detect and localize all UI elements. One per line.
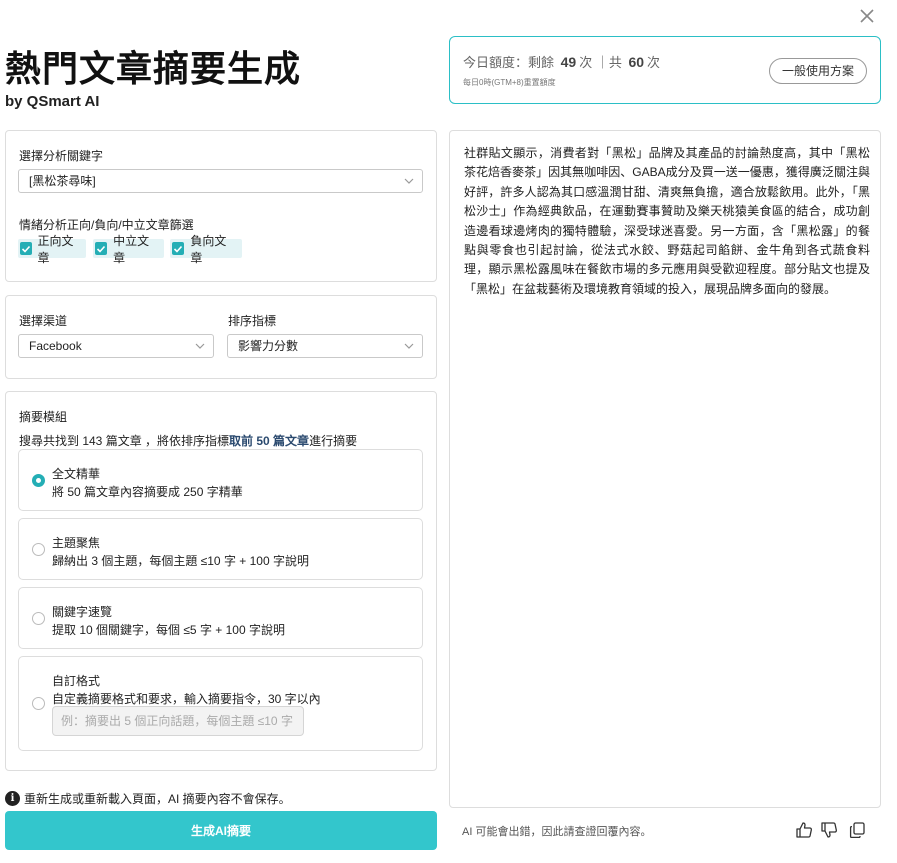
chevron-down-icon xyxy=(195,343,205,349)
chevron-down-icon xyxy=(404,178,414,184)
channel-select[interactable]: Facebook xyxy=(18,334,214,358)
option-desc: 提取 10 個關鍵字，每個 ≤5 字 + 100 字說明 xyxy=(52,623,285,637)
summary-info-suffix: 進行摘要 xyxy=(309,434,358,448)
channel-label: 選擇渠道 xyxy=(19,314,68,328)
option-desc: 自定義摘要格式和要求，輸入摘要指令，30 字以內 xyxy=(52,692,321,706)
summary-info-highlight: 取前 50 篇文章 xyxy=(229,434,310,448)
option-title: 關鍵字速覽 xyxy=(52,605,113,619)
quota-total: 60 xyxy=(628,54,645,70)
ai-disclaimer: AI 可能會出錯，因此請查證回覆內容。 xyxy=(462,826,652,838)
sentiment-label: 情緒分析正向/負向/中立文章篩選 xyxy=(19,218,194,232)
save-notice: i 重新生成或重新載入頁面，AI 摘要內容不會保存。 xyxy=(5,790,291,807)
checkbox-label: 負向文章 xyxy=(190,233,227,265)
keyword-value: [黑松茶尋味] xyxy=(29,174,96,188)
quota-line: 今日額度：剩餘 49 次 ｜共 60 次 xyxy=(463,52,660,71)
summary-output-text: 社群貼文顯示，消費者對「黑松」品牌及其產品的討論熱度高，其中「黑松茶花焙香麥茶」… xyxy=(464,146,870,296)
byline: by QSmart AI xyxy=(5,93,100,110)
generate-button[interactable]: 生成AI摘要 xyxy=(5,811,437,850)
keyword-label: 選擇分析關鍵字 xyxy=(19,149,104,163)
radio[interactable] xyxy=(32,543,45,556)
option-title: 全文精華 xyxy=(52,467,101,481)
check-icon xyxy=(172,242,185,255)
info-icon: i xyxy=(5,791,20,806)
summary-option-keywords[interactable]: 關鍵字速覽 提取 10 個關鍵字，每個 ≤5 字 + 100 字說明 xyxy=(18,587,423,649)
quota-prefix: 今日額度：剩餘 xyxy=(463,55,555,70)
radio[interactable] xyxy=(32,697,45,710)
check-icon xyxy=(95,242,108,255)
option-desc: 歸納出 3 個主題，每個主題 ≤10 字 + 100 字說明 xyxy=(52,554,309,568)
custom-prompt-input[interactable] xyxy=(52,706,304,736)
summary-option-custom[interactable]: 自訂格式 自定義摘要格式和要求，輸入摘要指令，30 字以內 xyxy=(18,656,423,751)
quota-remaining: 49 xyxy=(560,54,577,70)
chevron-down-icon xyxy=(404,343,414,349)
quota-unit: 次 ｜共 xyxy=(579,55,622,70)
notice-text: 重新生成或重新載入頁面，AI 摘要內容不會保存。 xyxy=(24,792,291,806)
summary-option-full[interactable]: 全文精華 將 50 篇文章內容摘要成 250 字精華 xyxy=(18,449,423,511)
checkbox-negative[interactable]: 負向文章 xyxy=(170,234,242,265)
checkbox-label: 中立文章 xyxy=(113,233,150,265)
summary-info-prefix: 搜尋共找到 143 篇文章 ，將依排序指標 xyxy=(19,434,230,448)
radio-selected[interactable] xyxy=(32,474,45,487)
summary-option-topics[interactable]: 主題聚焦 歸納出 3 個主題，每個主題 ≤10 字 + 100 字說明 xyxy=(18,518,423,580)
radio[interactable] xyxy=(32,612,45,625)
sort-value: 影響力分數 xyxy=(238,339,299,353)
output-panel: 社群貼文顯示，消費者對「黑松」品牌及其產品的討論熱度高，其中「黑松茶花焙香麥茶」… xyxy=(449,130,881,808)
quota-reset-note: 每日0時(GTM+8)重置額度 xyxy=(463,78,556,87)
option-desc: 將 50 篇文章內容摘要成 250 字精華 xyxy=(52,485,243,499)
thumbs-down-icon[interactable] xyxy=(820,821,838,839)
close-icon[interactable] xyxy=(857,6,877,26)
option-title: 自訂格式 xyxy=(52,674,101,688)
checkbox-neutral[interactable]: 中立文章 xyxy=(93,234,164,265)
option-title: 主題聚焦 xyxy=(52,536,101,550)
channel-value: Facebook xyxy=(29,339,82,353)
check-icon xyxy=(20,242,32,255)
thumbs-up-icon[interactable] xyxy=(795,821,813,839)
quota-unit-2: 次 xyxy=(647,55,661,70)
plan-button[interactable]: 一般使用方案 xyxy=(768,58,867,84)
copy-icon[interactable] xyxy=(848,821,866,839)
checkbox-label: 正向文章 xyxy=(37,233,74,265)
quota-box: 今日額度：剩餘 49 次 ｜共 60 次 每日0時(GTM+8)重置額度 一般使用方… xyxy=(449,36,881,104)
keyword-select[interactable]: [黑松茶尋味] xyxy=(18,169,423,193)
checkbox-positive[interactable]: 正向文章 xyxy=(18,234,86,265)
sort-select[interactable]: 影響力分數 xyxy=(227,334,423,358)
page-title: 熱門文章摘要生成 xyxy=(5,49,302,90)
summary-label: 摘要模組 xyxy=(19,410,68,424)
sort-label: 排序指標 xyxy=(228,314,277,328)
summary-info: 搜尋共找到 143 篇文章 ，將依排序指標取前 50 篇文章進行摘要 xyxy=(19,432,357,449)
